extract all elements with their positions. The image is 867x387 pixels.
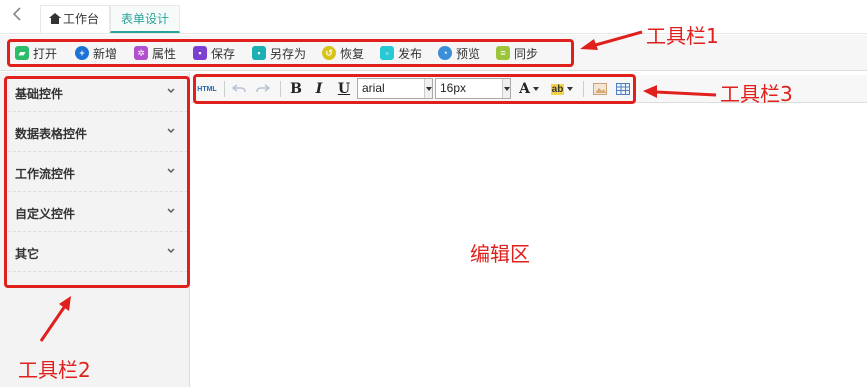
tab-bar: 工作台 表单设计 [0,0,867,34]
annotation-toolbar3: 工具栏3 [720,82,793,106]
tab-home[interactable]: 工作台 [40,5,110,33]
toolbar3-highlight-box [193,74,636,104]
home-icon [49,13,61,24]
annotation-toolbar2: 工具栏2 [18,358,91,382]
toolbar1-highlight-box [7,39,574,67]
back-icon[interactable] [8,7,28,27]
tab-form-design-label: 表单设计 [120,12,169,26]
tab-form-design[interactable]: 表单设计 [110,5,180,33]
annotation-toolbar1: 工具栏1 [646,24,719,48]
tab-home-label: 工作台 [63,12,100,26]
toolbar2-highlight-box [4,76,190,288]
annotation-editor: 编辑区 [470,242,530,266]
